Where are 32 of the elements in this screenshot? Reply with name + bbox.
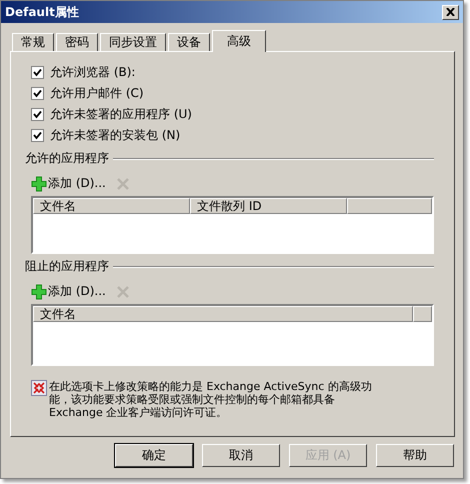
add-button[interactable]: 添加 (D)... [31, 283, 106, 300]
dialog-button[interactable]: 确定 [115, 444, 193, 467]
close-icon [446, 8, 455, 16]
column-header[interactable]: 文件名 [33, 198, 190, 214]
checkbox[interactable] [31, 108, 44, 121]
tab[interactable]: 高级 [212, 30, 266, 52]
section-title: 阻止的应用程序 [25, 258, 109, 275]
tab[interactable]: 同步设置 [100, 33, 166, 51]
x-icon [116, 284, 130, 298]
tab[interactable]: 常规 [12, 33, 54, 51]
section-title: 允许的应用程序 [25, 150, 109, 167]
checkbox[interactable] [31, 129, 44, 142]
window-title: Default属性 [5, 4, 79, 20]
tab[interactable]: 密码 [56, 33, 98, 51]
dialog-button[interactable]: 帮助 [376, 444, 454, 467]
plus-icon [31, 284, 47, 300]
checkbox-label: 允许浏览器 (B): [50, 64, 136, 81]
checkbox-label: 允许未签署的安装包 (N) [50, 127, 180, 144]
checkbox-label: 允许用户邮件 (C) [50, 85, 144, 102]
column-header[interactable]: 文件名 [33, 306, 413, 322]
exchange-logo-icon [31, 380, 47, 396]
x-icon [116, 176, 130, 190]
dialog-button[interactable]: 取消 [202, 444, 280, 467]
close-button[interactable] [442, 4, 459, 20]
checkbox[interactable] [31, 87, 44, 100]
add-button[interactable]: 添加 (D)... [31, 175, 106, 192]
checkbox-label: 允许未签署的应用程序 (U) [50, 106, 192, 123]
column-header[interactable]: 文件散列 ID [190, 198, 347, 214]
tab[interactable]: 设备 [168, 33, 210, 51]
info-note: 在此选项卡上修改策略的能力是 Exchange ActiveSync 的高级功能，该功能要求策略受限或强制文件控制的每个邮箱都具备 Exchange 企业客户端访问许可证。 [49, 380, 373, 419]
checkbox[interactable] [31, 66, 44, 79]
plus-icon [31, 176, 47, 192]
